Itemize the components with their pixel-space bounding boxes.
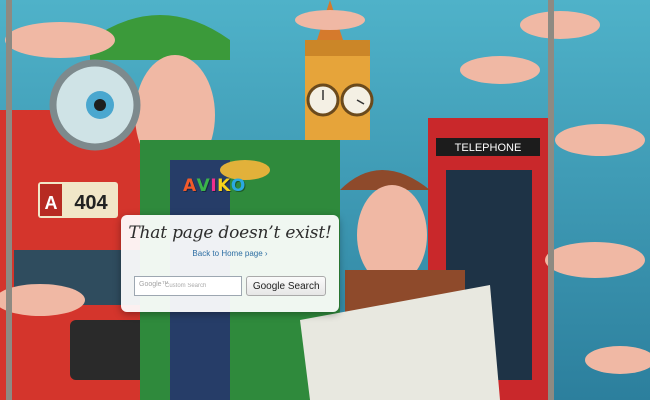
search-form: Google™ Google Search bbox=[134, 276, 326, 296]
illustration-background: A 404 TELEPHONE bbox=[0, 0, 650, 400]
search-field-wrapper: Google™ bbox=[134, 276, 243, 296]
back-to-home-link[interactable]: Back to Home page › bbox=[121, 249, 339, 258]
logo-letter: I bbox=[210, 176, 217, 196]
phone-box-sign: TELEPHONE bbox=[455, 142, 522, 154]
site-logo: A V I K O bbox=[183, 175, 283, 197]
error-title: That page doesn’t exist! bbox=[128, 223, 332, 243]
logo-letter: O bbox=[230, 176, 245, 196]
google-search-button[interactable]: Google Search bbox=[246, 276, 326, 296]
logo-letter: V bbox=[196, 176, 210, 196]
logo-letter: A bbox=[183, 176, 196, 196]
bus-letter: A bbox=[45, 193, 58, 213]
bus-number: 404 bbox=[74, 192, 108, 214]
error-card: That page doesn’t exist! Back to Home pa… bbox=[121, 215, 339, 312]
search-input[interactable] bbox=[165, 278, 239, 293]
logo-letter: K bbox=[217, 176, 230, 196]
